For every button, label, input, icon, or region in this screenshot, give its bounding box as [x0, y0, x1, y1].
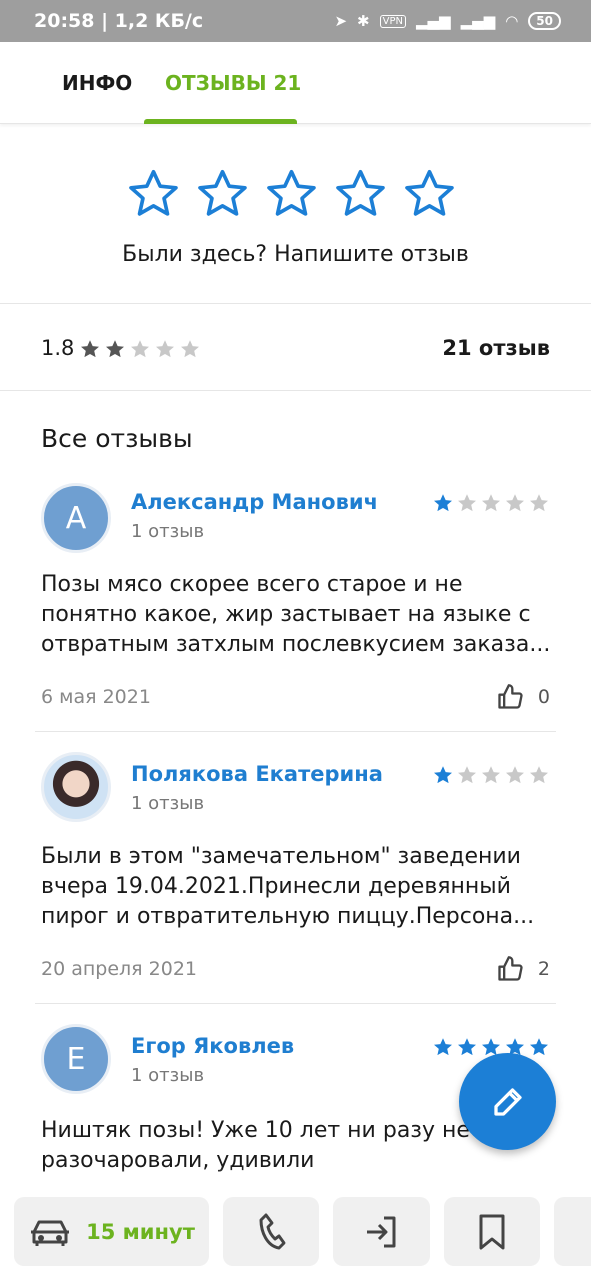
write-review-fab[interactable]: [459, 1053, 556, 1150]
star-empty-icon: [156, 340, 174, 358]
star-filled-icon: [106, 340, 124, 358]
star-empty-icon: [530, 766, 548, 784]
star-filled-icon: [434, 766, 452, 784]
more-button[interactable]: [554, 1197, 591, 1266]
bookmark-button[interactable]: [444, 1197, 540, 1266]
review-divider: [35, 731, 556, 732]
review-divider: [35, 1003, 556, 1004]
star-filled-icon: [81, 340, 99, 358]
review-stars: [432, 764, 550, 786]
share-button[interactable]: [333, 1197, 430, 1266]
review-text[interactable]: Позы мясо скорее всего старое и не понят…: [41, 570, 551, 660]
star-empty-icon: [506, 766, 524, 784]
call-button[interactable]: [223, 1197, 319, 1266]
avatar[interactable]: А: [41, 483, 111, 553]
car-icon: [31, 1220, 70, 1246]
like-button[interactable]: 0: [496, 683, 550, 711]
review-date: 6 мая 2021: [41, 686, 151, 708]
review-author[interactable]: Полякова Екатерина: [131, 762, 383, 786]
rate-stars: [126, 166, 457, 221]
average-rating-stars: [79, 338, 201, 360]
tab-bar: ИНФО ОТЗЫВЫ 21: [0, 42, 591, 124]
avatar[interactable]: [41, 752, 111, 822]
bookmark-icon: [479, 1214, 505, 1249]
rate-star-icon[interactable]: [126, 166, 181, 221]
average-rating: 1.8: [41, 336, 75, 360]
status-bar: 20:58 | 1,2 КБ/с ➤ ✱ VPN ▂▄▆ ▂▄▆ ◠ 50: [0, 0, 591, 42]
review-author[interactable]: Александр Манович: [131, 490, 378, 514]
star-empty-icon: [458, 766, 476, 784]
like-count: 2: [537, 958, 550, 980]
star-empty-icon: [482, 766, 500, 784]
signal-icon-2: ▂▄▆: [460, 12, 496, 30]
phone-icon: [259, 1213, 286, 1249]
bluetooth-icon: ✱: [357, 12, 370, 30]
location-icon: ➤: [334, 12, 348, 30]
rate-star-icon[interactable]: [333, 166, 388, 221]
star-filled-icon: [530, 1038, 548, 1056]
route-button[interactable]: 15 минут: [14, 1197, 209, 1266]
review-stars: [432, 492, 550, 514]
route-time: 15 минут: [86, 1219, 195, 1244]
status-icons: ➤ ✱ VPN ▂▄▆ ▂▄▆ ◠ 50: [334, 12, 561, 30]
author-review-count: 1 отзыв: [131, 1065, 205, 1086]
battery-indicator: 50: [528, 12, 561, 30]
like-count: 0: [537, 686, 550, 708]
rate-star-icon[interactable]: [264, 166, 319, 221]
rate-star-icon[interactable]: [195, 166, 250, 221]
star-filled-icon: [458, 1038, 476, 1056]
rating-summary: 1.8 21 отзыв: [0, 305, 591, 391]
all-reviews-title: Все отзывы: [41, 424, 193, 453]
reviews-count[interactable]: 21 отзыв: [442, 336, 550, 360]
pencil-icon: [493, 1087, 522, 1116]
author-review-count: 1 отзыв: [131, 793, 205, 814]
review-author[interactable]: Егор Яковлев: [131, 1034, 294, 1058]
star-empty-icon: [181, 340, 199, 358]
wifi-icon: ◠: [505, 12, 519, 30]
star-empty-icon: [530, 494, 548, 512]
thumbs-up-icon: [498, 956, 523, 981]
status-time: 20:58 | 1,2 КБ/с: [34, 10, 204, 32]
rate-star-icon[interactable]: [402, 166, 457, 221]
thumbs-up-icon: [498, 684, 523, 709]
bottom-action-bar: 15 минут: [0, 1180, 591, 1280]
tab-info[interactable]: ИНФО: [62, 71, 132, 95]
vpn-badge: VPN: [379, 14, 406, 28]
avatar[interactable]: Е: [41, 1024, 111, 1094]
write-review-section: Были здесь? Напишите отзыв: [0, 124, 591, 304]
star-empty-icon: [506, 494, 524, 512]
like-button[interactable]: 2: [496, 955, 550, 983]
star-empty-icon: [458, 494, 476, 512]
review-text[interactable]: Были в этом "замечательном" заведении вч…: [41, 842, 551, 932]
star-filled-icon: [434, 1038, 452, 1056]
star-filled-icon: [434, 494, 452, 512]
signal-icon: ▂▄▆: [415, 12, 451, 30]
review-date: 20 апреля 2021: [41, 958, 197, 980]
tab-reviews[interactable]: ОТЗЫВЫ 21: [165, 71, 301, 95]
share-icon: [366, 1216, 395, 1247]
star-empty-icon: [131, 340, 149, 358]
write-review-prompt[interactable]: Были здесь? Напишите отзыв: [0, 242, 591, 267]
star-empty-icon: [482, 494, 500, 512]
author-review-count: 1 отзыв: [131, 521, 205, 542]
